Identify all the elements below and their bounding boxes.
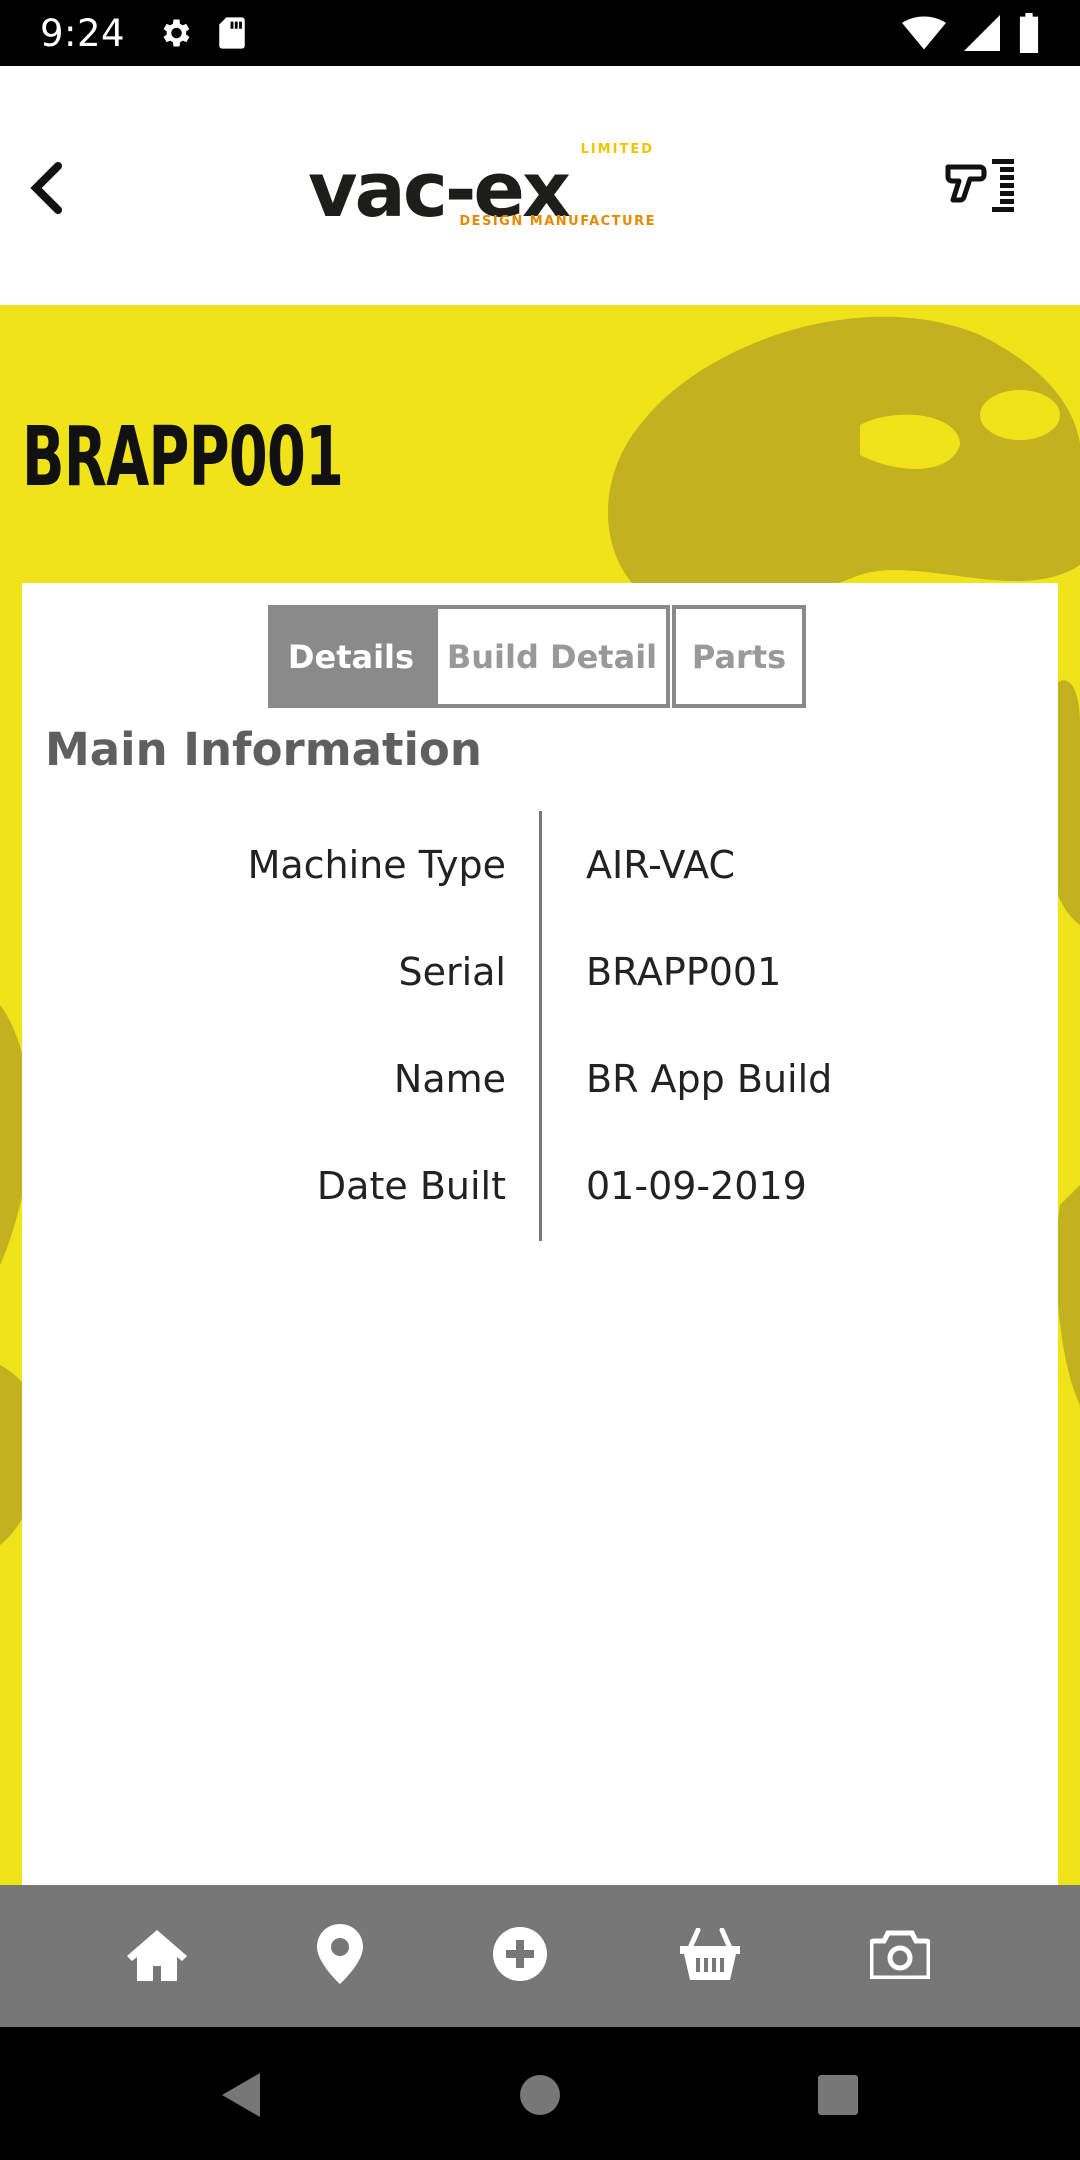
info-value: BR App Build [586, 1057, 833, 1101]
status-bar: 9:24 [0, 0, 1080, 66]
vacex-logo: vac-ex LIMITED DESIGN MANUFACTURE [308, 142, 658, 236]
nav-home[interactable] [102, 1885, 212, 2027]
tab-parts[interactable]: Parts [672, 605, 806, 708]
info-label: Machine Type [247, 843, 506, 887]
info-row-name: Name BR App Build [22, 1049, 1058, 1109]
bottom-nav [0, 1885, 1080, 2027]
info-value: AIR-VAC [586, 843, 735, 887]
basket-icon [678, 1927, 742, 1984]
home-circle-icon [518, 2073, 562, 2121]
plus-circle-icon [492, 1926, 548, 1986]
system-recents-button[interactable] [788, 2047, 888, 2147]
nav-camera[interactable] [845, 1885, 955, 2027]
info-row-serial: Serial BRAPP001 [22, 942, 1058, 1002]
recents-square-icon [817, 2074, 859, 2120]
system-back-button[interactable] [190, 2047, 290, 2147]
page-title: BRAPP001 [22, 410, 344, 505]
scanner-button[interactable] [942, 154, 1022, 224]
status-time: 9:24 [40, 11, 126, 55]
home-icon [125, 1926, 189, 1986]
system-nav-bar [0, 2027, 1080, 2160]
map-pin-icon [317, 1924, 363, 1988]
battery-icon [1018, 13, 1040, 53]
chevron-left-icon [28, 162, 64, 218]
info-label: Date Built [316, 1164, 506, 1208]
nav-basket[interactable] [655, 1885, 765, 2027]
back-button[interactable] [14, 150, 78, 230]
info-row-machine-type: Machine Type AIR-VAC [22, 835, 1058, 895]
info-label: Name [393, 1057, 506, 1101]
info-label: Serial [398, 950, 506, 994]
tab-bar: Details Build Detail Parts [268, 605, 806, 708]
status-left-icons [157, 15, 247, 51]
info-value: BRAPP001 [586, 950, 782, 994]
signal-icon [964, 15, 1000, 51]
status-right-icons [902, 13, 1040, 53]
app-header: vac-ex LIMITED DESIGN MANUFACTURE [0, 66, 1080, 305]
content-card: Details Build Detail Parts Main Informat… [22, 583, 1058, 1885]
logo-tagline: LIMITED [580, 142, 654, 157]
gear-icon [157, 15, 193, 51]
tab-details[interactable]: Details [268, 605, 434, 708]
info-row-date-built: Date Built 01-09-2019 [22, 1156, 1058, 1216]
back-triangle-icon [218, 2071, 262, 2123]
info-value: 01-09-2019 [586, 1164, 807, 1208]
sd-card-icon [217, 16, 247, 50]
barcode-scanner-icon [944, 157, 1020, 221]
logo-subtitle: DESIGN MANUFACTURE [459, 214, 656, 229]
section-title: Main Information [45, 723, 482, 776]
wifi-icon [902, 16, 946, 50]
tab-build-detail[interactable]: Build Detail [434, 605, 670, 708]
system-home-button[interactable] [490, 2047, 590, 2147]
main-info-table: Machine Type AIR-VAC Serial BRAPP001 Nam… [22, 811, 1058, 1241]
camera-icon [868, 1929, 932, 1983]
nav-add[interactable] [465, 1885, 575, 2027]
app-screen: 9:24 vac-ex LIMITED DESIGN MANUFACTURE B… [0, 0, 1080, 2160]
nav-location[interactable] [285, 1885, 395, 2027]
